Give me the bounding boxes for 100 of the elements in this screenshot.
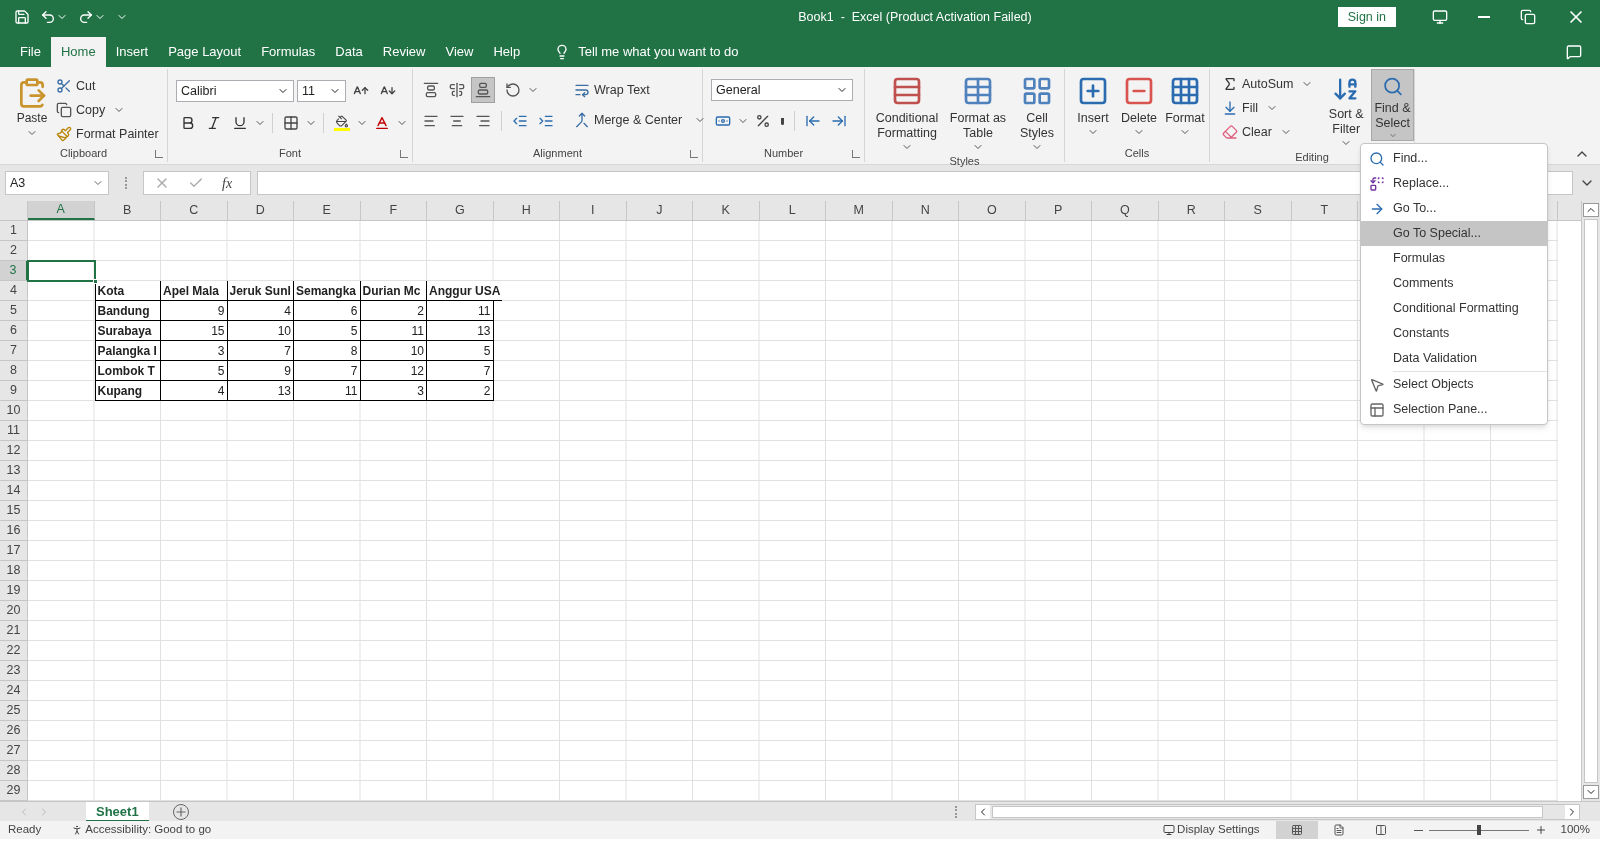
column-header[interactable]: M xyxy=(826,201,893,220)
column-header[interactable]: S xyxy=(1225,201,1292,220)
display-settings-button[interactable]: Display Settings xyxy=(1177,821,1260,839)
wrap-text-button[interactable]: Wrap Text xyxy=(574,79,707,101)
column-header[interactable]: R xyxy=(1158,201,1225,220)
scroll-down-icon[interactable] xyxy=(1582,785,1599,799)
column-header[interactable]: L xyxy=(759,201,826,220)
row-header[interactable]: 1 xyxy=(0,221,28,241)
vertical-align-button[interactable] xyxy=(471,77,495,103)
ribbon-display-button[interactable] xyxy=(1432,9,1448,25)
row-header[interactable]: 8 xyxy=(0,361,28,381)
cells-button[interactable]: Format xyxy=(1163,69,1207,138)
cells-button[interactable]: Delete xyxy=(1117,69,1161,138)
row-header[interactable]: 28 xyxy=(0,761,28,781)
column-header[interactable]: D xyxy=(227,201,294,220)
column-header[interactable]: J xyxy=(626,201,693,220)
scroll-thumb[interactable] xyxy=(992,805,1543,818)
editing-command[interactable]: Fill xyxy=(1222,97,1314,119)
row-header[interactable]: 15 xyxy=(0,501,28,521)
column-header[interactable]: K xyxy=(693,201,760,220)
ribbon-tab[interactable]: Insert xyxy=(105,37,159,67)
column-header[interactable]: Q xyxy=(1092,201,1159,220)
row-header[interactable]: 13 xyxy=(0,461,28,481)
scroll-right-icon[interactable] xyxy=(1565,804,1579,819)
find-select-button[interactable]: Find & Select xyxy=(1371,69,1414,141)
ribbon-tab[interactable]: View xyxy=(435,37,484,67)
row-header[interactable]: 3 xyxy=(0,261,28,281)
zoom-level[interactable]: 100% xyxy=(1560,821,1590,839)
accessibility-status[interactable]: Accessibility: Good to go xyxy=(85,821,212,839)
menu-item[interactable]: Formulas xyxy=(1361,246,1547,271)
clipboard-command[interactable]: Cut xyxy=(56,75,159,97)
column-header[interactable]: N xyxy=(892,201,959,220)
row-header[interactable]: 12 xyxy=(0,441,28,461)
column-header[interactable]: I xyxy=(560,201,627,220)
zoom-slider[interactable] xyxy=(1428,824,1529,836)
ribbon-tab[interactable]: Review xyxy=(372,37,436,67)
row-header[interactable]: 21 xyxy=(0,621,28,641)
scroll-up-icon[interactable] xyxy=(1582,203,1599,217)
scroll-thumb[interactable] xyxy=(1583,219,1598,783)
row-header[interactable]: 10 xyxy=(0,401,28,421)
font-name-field[interactable]: Calibri xyxy=(176,80,294,102)
menu-item[interactable]: Conditional Formatting xyxy=(1361,296,1547,321)
menu-item[interactable]: Data Validation xyxy=(1361,346,1547,371)
clipboard-command[interactable]: Format Painter xyxy=(56,123,159,145)
menu-item[interactable]: Find... xyxy=(1361,146,1547,171)
cells-button[interactable]: Insert xyxy=(1071,69,1115,138)
zoom-in-icon[interactable] xyxy=(1534,824,1547,836)
row-header[interactable]: 7 xyxy=(0,341,28,361)
styles-button[interactable]: Cell Styles xyxy=(1013,69,1061,153)
menu-item[interactable]: Select Objects xyxy=(1361,372,1515,397)
styles-button[interactable]: Format as Table xyxy=(947,69,1009,153)
row-header[interactable]: 14 xyxy=(0,481,28,501)
clipboard-command[interactable]: Copy xyxy=(56,99,159,121)
column-header[interactable]: G xyxy=(427,201,494,220)
row-header[interactable]: 5 xyxy=(0,301,28,321)
insert-function-button[interactable]: fx xyxy=(222,172,233,194)
row-header[interactable]: 9 xyxy=(0,381,28,401)
ribbon-tab[interactable]: Home xyxy=(50,37,106,67)
row-header[interactable]: 17 xyxy=(0,541,28,561)
ribbon-tab[interactable]: Data xyxy=(325,37,373,67)
column-header[interactable]: B xyxy=(94,201,161,220)
redo-button[interactable] xyxy=(78,9,106,25)
row-header[interactable]: 26 xyxy=(0,721,28,741)
row-header[interactable]: 23 xyxy=(0,661,28,681)
dialog-launcher-icon[interactable] xyxy=(690,150,698,158)
row-header[interactable]: 27 xyxy=(0,741,28,761)
row-header[interactable]: 20 xyxy=(0,601,28,621)
dialog-launcher-icon[interactable] xyxy=(852,150,860,158)
vertical-scrollbar[interactable] xyxy=(1580,201,1600,801)
row-header[interactable]: 16 xyxy=(0,521,28,541)
column-header[interactable]: O xyxy=(959,201,1026,220)
row-header[interactable]: 25 xyxy=(0,701,28,721)
zoom-thumb[interactable] xyxy=(1476,825,1481,835)
column-header[interactable]: H xyxy=(493,201,560,220)
number-format-field[interactable]: General xyxy=(711,79,853,101)
menu-item[interactable]: Go To... xyxy=(1361,196,1547,221)
save-button[interactable] xyxy=(14,9,30,25)
scroll-left-icon[interactable] xyxy=(976,804,990,819)
column-header[interactable]: F xyxy=(360,201,427,220)
sheet-tab[interactable]: Sheet1 xyxy=(86,801,149,822)
paste-button[interactable]: Paste xyxy=(12,73,52,145)
dialog-launcher-icon[interactable] xyxy=(155,150,163,158)
ribbon-tab[interactable]: Help xyxy=(483,37,531,67)
horizontal-scrollbar[interactable] xyxy=(975,803,1580,820)
active-cell[interactable] xyxy=(27,260,96,282)
menu-item[interactable]: Replace... xyxy=(1361,171,1547,196)
column-header[interactable]: T xyxy=(1291,201,1358,220)
restore-button[interactable] xyxy=(1520,9,1536,25)
editing-command[interactable]: Clear xyxy=(1222,121,1314,143)
dialog-launcher-icon[interactable] xyxy=(400,150,408,158)
ribbon-tab[interactable]: File xyxy=(10,37,51,67)
row-header[interactable]: 19 xyxy=(0,581,28,601)
view-button[interactable] xyxy=(1275,821,1318,839)
row-header[interactable]: 11 xyxy=(0,421,28,441)
column-header[interactable]: A xyxy=(28,201,95,220)
row-header[interactable]: 6 xyxy=(0,321,28,341)
drag-handle-icon[interactable] xyxy=(125,177,127,189)
sign-in-button[interactable]: Sign in xyxy=(1337,7,1396,27)
editing-command[interactable]: AutoSum xyxy=(1222,73,1314,95)
sort-filter-button[interactable]: Sort & Filter xyxy=(1327,69,1365,149)
